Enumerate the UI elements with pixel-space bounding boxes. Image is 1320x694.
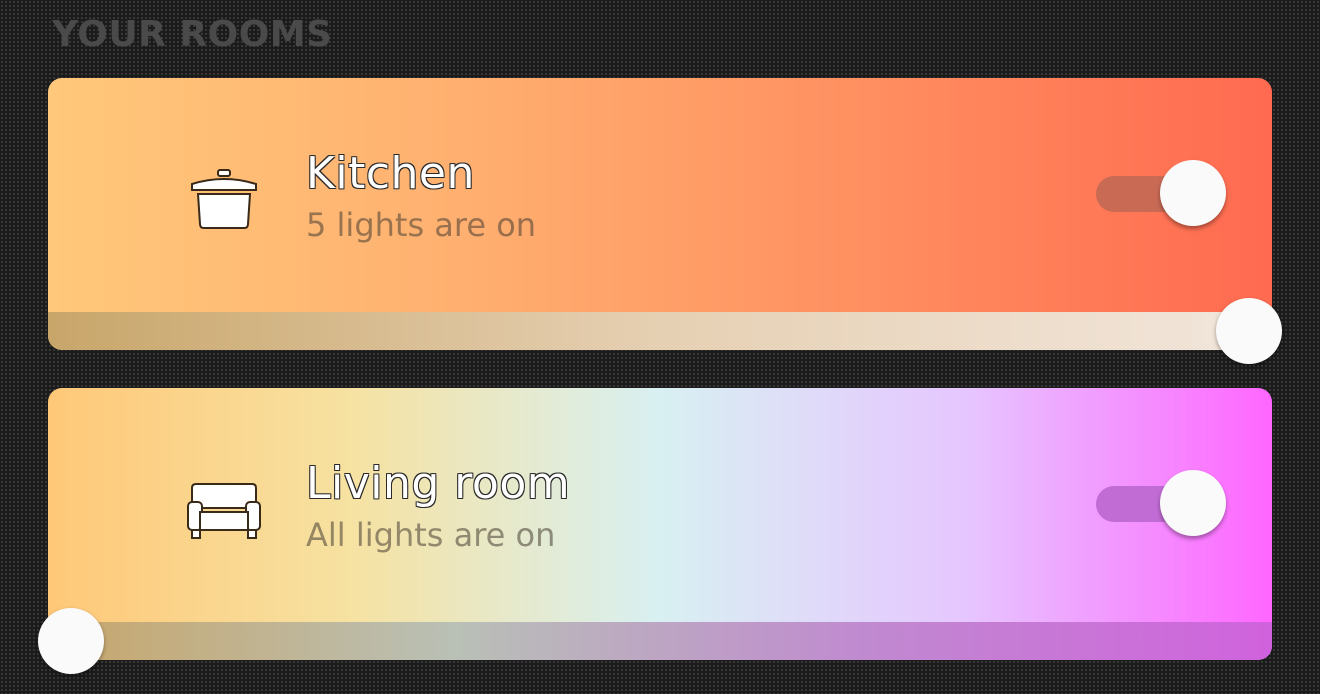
room-status: All lights are on [306, 516, 556, 554]
room-power-toggle[interactable] [1096, 470, 1226, 536]
room-name: Kitchen [306, 148, 475, 199]
brightness-slider-knob[interactable] [1216, 298, 1282, 364]
sofa-icon [186, 478, 262, 542]
brightness-slider[interactable] [48, 312, 1272, 350]
toggle-knob[interactable] [1160, 160, 1226, 226]
section-title: YOUR ROOMS [52, 14, 333, 55]
brightness-slider[interactable] [48, 622, 1272, 660]
room-status: 5 lights are on [306, 206, 537, 244]
cooking-pot-icon [186, 168, 262, 232]
room-power-toggle[interactable] [1096, 160, 1226, 226]
room-name: Living room [306, 458, 571, 509]
toggle-knob[interactable] [1160, 470, 1226, 536]
brightness-slider-knob[interactable] [38, 608, 104, 674]
room-card-living-room[interactable]: Living room All lights are on [48, 388, 1272, 660]
room-card-kitchen[interactable]: Kitchen 5 lights are on [48, 78, 1272, 350]
